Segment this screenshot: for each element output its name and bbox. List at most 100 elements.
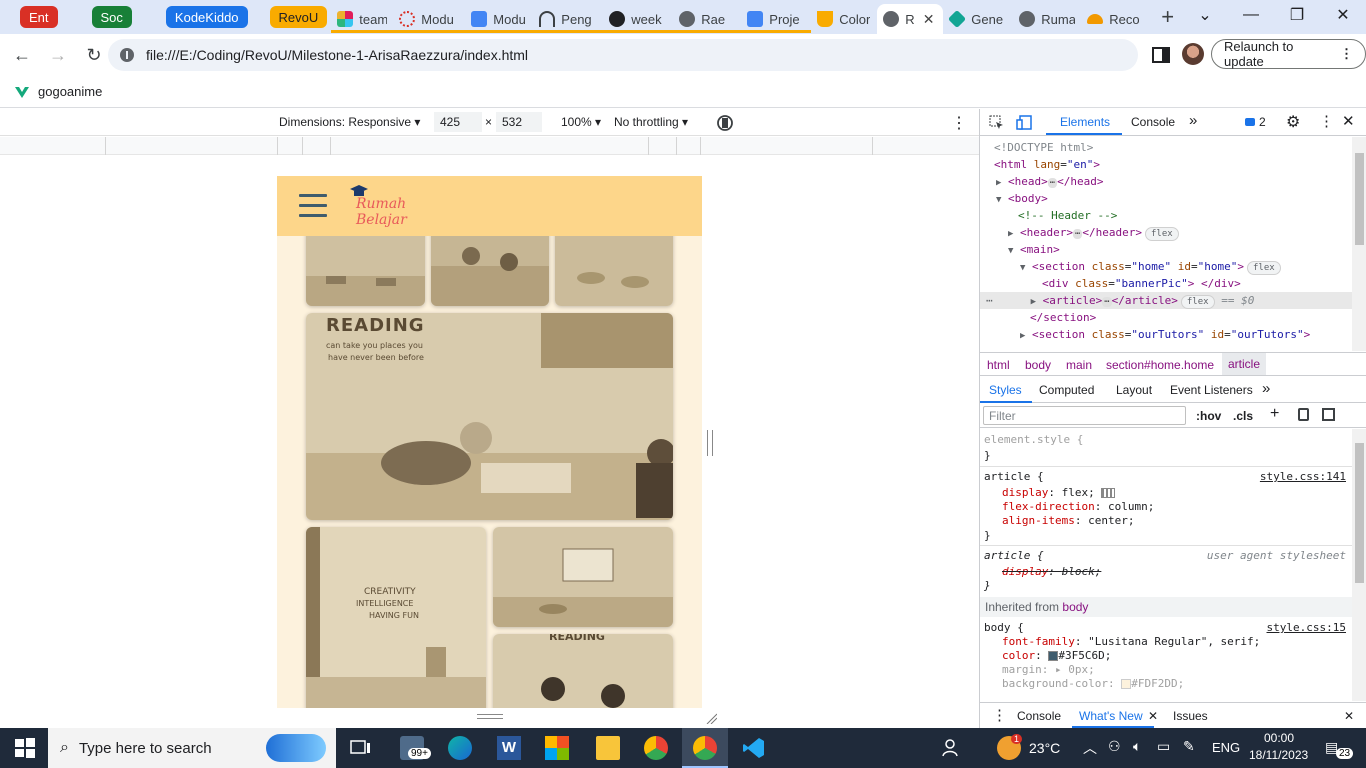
ua-rule-selector[interactable]: article { — [984, 549, 1044, 563]
flexbox-editor-icon[interactable] — [1101, 488, 1116, 498]
body-rule-selector[interactable]: body { — [984, 621, 1024, 635]
cls-button[interactable]: .cls — [1233, 409, 1253, 423]
side-panel-icon[interactable] — [1151, 45, 1171, 65]
site-logo[interactable]: Rumah Belajar — [350, 184, 420, 230]
ellipsis-icon[interactable]: ⋯ — [1047, 178, 1058, 188]
row-dots-icon[interactable]: ⋯ — [986, 294, 993, 307]
reload-icon[interactable]: ↻ — [78, 39, 110, 71]
article-rule-source[interactable]: style.css:141 — [1260, 470, 1346, 483]
css-prop-row[interactable]: display: block; — [1002, 565, 1101, 579]
dom-section-home[interactable]: ▼ <section class="home" id="home"> flex — [1020, 258, 1281, 275]
more-tabs-icon[interactable]: » — [1262, 380, 1270, 397]
tab-active[interactable]: R ✕ — [877, 4, 944, 34]
collapse-triangle-icon[interactable]: ▼ — [1008, 243, 1020, 260]
tab-elements[interactable]: Elements — [1060, 115, 1110, 129]
new-tab-plus-icon[interactable]: + — [1161, 4, 1174, 30]
weather-temperature[interactable]: 23°C — [1029, 740, 1060, 756]
crumb-article[interactable]: article — [1222, 353, 1267, 375]
color-swatch[interactable] — [1121, 679, 1132, 689]
volume-icon[interactable]: 🔈︎ — [1133, 738, 1141, 755]
styles-filter-input[interactable]: Filter — [983, 406, 1186, 425]
file-explorer-icon[interactable] — [596, 736, 620, 760]
taskbar-search-box[interactable]: ⌕ Type here to search — [48, 728, 336, 768]
drawer-tab-console[interactable]: Console — [1017, 709, 1061, 723]
element-style-selector[interactable]: element.style { — [984, 433, 1083, 447]
dimensions-dropdown[interactable]: Dimensions: Responsive ▾ — [279, 115, 420, 129]
tab-styles[interactable]: Styles — [989, 383, 1022, 397]
tab-modu-1[interactable]: Modu — [393, 5, 466, 33]
tab-peng[interactable]: Peng — [533, 5, 604, 33]
dom-html[interactable]: <html lang="en"> — [994, 156, 1100, 173]
chrome-icon[interactable] — [644, 736, 668, 760]
dom-section-ourtutors[interactable]: ▶ <section class="ourTutors" id="ourTutor… — [1020, 326, 1310, 343]
hov-button[interactable]: :hov — [1196, 409, 1221, 423]
dom-body[interactable]: ▼ <body> — [996, 190, 1048, 207]
ellipsis-icon[interactable]: ⋯ — [1102, 297, 1112, 307]
resize-handle-bottom[interactable] — [477, 714, 503, 719]
collapse-triangle-icon[interactable]: ▼ — [1020, 260, 1032, 277]
minimize-icon[interactable]: — — [1228, 0, 1274, 30]
zoom-dropdown[interactable]: 100% ▾ — [561, 115, 601, 129]
tab-group-kodekiddo[interactable]: KodeKiddo — [165, 6, 248, 28]
chrome-active-taskbar-item[interactable] — [682, 728, 728, 768]
css-prop-row[interactable]: align-items: center; — [1002, 514, 1134, 528]
close-drawer-icon[interactable]: ✕ — [1344, 709, 1354, 723]
address-bar[interactable]: file:///E:/Coding/RevoU/Milestone-1-Aris… — [108, 39, 1138, 71]
collapse-triangle-icon[interactable]: ▼ — [996, 192, 1008, 209]
article-rule-selector[interactable]: article { — [984, 470, 1044, 484]
dom-section-close[interactable]: </section> — [1030, 309, 1096, 326]
settings-gear-icon[interactable]: ⚙ — [1286, 112, 1300, 132]
dom-article-selected[interactable]: ⋯ ▶ <article> ⋯ </article> flex == $0 — [980, 292, 1352, 309]
dom-doctype[interactable]: <!DOCTYPE html> — [994, 139, 1093, 156]
tab-ruma[interactable]: Ruma — [1013, 5, 1081, 33]
forward-arrow-icon[interactable]: → — [42, 39, 74, 71]
rotate-icon[interactable] — [715, 113, 735, 133]
pen-icon[interactable]: ✎ — [1183, 738, 1195, 755]
info-icon[interactable] — [120, 48, 134, 62]
more-tabs-icon[interactable]: » — [1189, 112, 1197, 129]
body-rule-source[interactable]: style.css:15 — [1267, 621, 1346, 634]
tab-group-soc[interactable]: Soc — [91, 6, 132, 28]
crumb-section[interactable]: section#home.home — [1106, 358, 1214, 372]
new-rule-plus-icon[interactable]: + — [1270, 405, 1279, 423]
tab-console[interactable]: Console — [1131, 115, 1175, 129]
throttling-dropdown[interactable]: No throttling ▾ — [614, 115, 688, 129]
inspect-element-icon[interactable] — [989, 115, 1004, 130]
dom-header[interactable]: ▶ <header> ⋯ </header> flex — [1008, 224, 1179, 241]
drawer-menu-icon[interactable]: ⋮ — [992, 706, 1007, 724]
tab-color[interactable]: Color — [811, 5, 877, 33]
tab-reco[interactable]: Reco — [1081, 5, 1145, 33]
profile-avatar[interactable] — [1182, 43, 1204, 65]
language-indicator[interactable]: ENG — [1212, 740, 1240, 755]
inherited-from-link[interactable]: body — [1062, 600, 1088, 614]
store-icon[interactable] — [545, 736, 569, 760]
tab-layout[interactable]: Layout — [1116, 383, 1152, 397]
devtools-more-icon[interactable]: ⋮ — [1319, 112, 1334, 130]
dom-scrollbar[interactable] — [1352, 137, 1366, 351]
width-input[interactable]: 425 — [434, 112, 482, 132]
device-toggle-icon[interactable] — [1016, 115, 1032, 130]
word-icon[interactable]: W — [497, 736, 521, 760]
ellipsis-icon[interactable]: ⋯ — [1072, 229, 1083, 239]
task-view-icon[interactable] — [348, 736, 372, 760]
windows-start-icon[interactable] — [13, 736, 37, 760]
crumb-body[interactable]: body — [1025, 358, 1051, 372]
css-prop-row[interactable]: font-family: "Lusitana Regular", serif; — [1002, 635, 1260, 649]
css-prop-row[interactable]: margin: ▸ 0px; — [1002, 663, 1095, 677]
flex-badge[interactable]: flex — [1246, 261, 1281, 275]
css-prop-row[interactable]: display: flex; — [1002, 486, 1116, 500]
height-input[interactable]: 532 — [496, 112, 542, 132]
dom-comment[interactable]: <!-- Header --> — [1018, 207, 1117, 224]
edge-icon[interactable] — [448, 736, 472, 760]
tab-computed[interactable]: Computed — [1039, 383, 1094, 397]
drawer-tab-whats-new[interactable]: What's New — [1079, 709, 1143, 723]
flex-badge[interactable]: flex — [1145, 227, 1179, 241]
battery-icon[interactable]: ▭ — [1157, 738, 1170, 755]
expand-triangle-icon[interactable]: ▶ — [1020, 328, 1032, 345]
people-icon[interactable] — [940, 736, 964, 760]
tab-gene[interactable]: Gene — [943, 5, 1013, 33]
crumb-html[interactable]: html — [987, 358, 1010, 372]
clock-date[interactable]: 18/11/2023 — [1249, 748, 1308, 762]
tab-event-listeners[interactable]: Event Listeners — [1170, 383, 1253, 397]
maximize-icon[interactable]: ❐ — [1274, 0, 1320, 30]
